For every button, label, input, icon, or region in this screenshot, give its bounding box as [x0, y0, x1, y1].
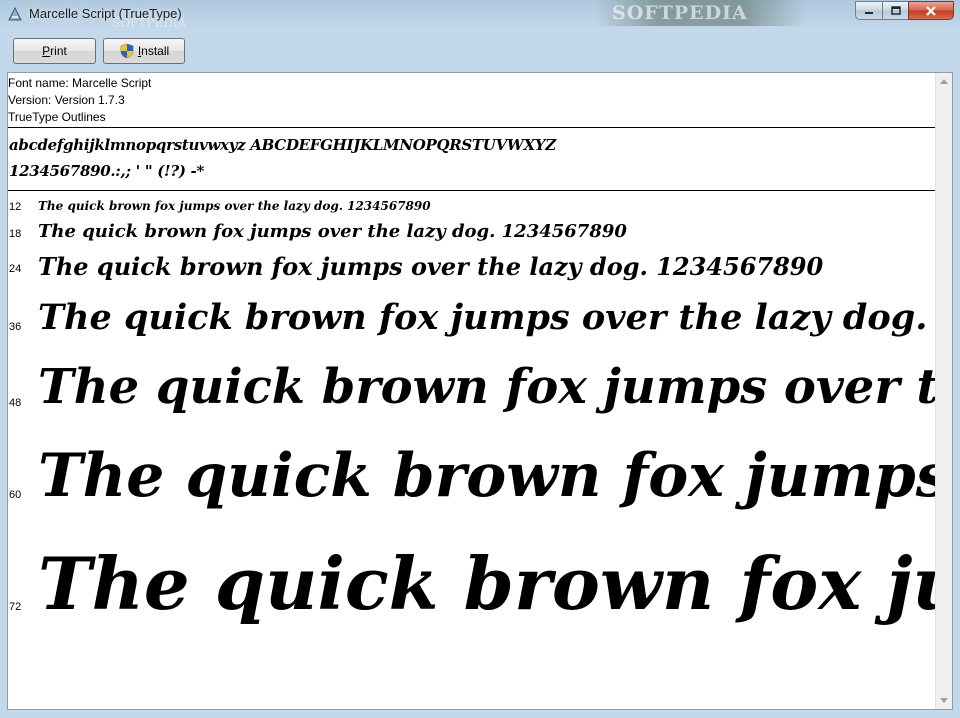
shield-icon: [120, 43, 134, 59]
title-bar[interactable]: SOFTPEDIA Marcelle Script (TrueType) SOF…: [0, 0, 960, 30]
font-preview-pane[interactable]: Font name: Marcelle Script Version: Vers…: [7, 72, 953, 710]
sample-size-label: 48: [9, 397, 22, 409]
install-button[interactable]: Install: [103, 38, 185, 64]
sample-size-label: 24: [9, 263, 22, 275]
chevron-down-icon: [940, 698, 948, 703]
toolbar: Print Install: [0, 30, 960, 72]
sample-text: The quick brown fox jumps over the lazy …: [38, 252, 824, 281]
sample-size-label: 72: [9, 601, 22, 613]
charset-line-2: 1234567890.:,; ' " (!?) -*: [9, 162, 205, 180]
sample-text: The quick brown fox jumps over the lazy …: [38, 441, 936, 511]
install-label: nstall: [141, 44, 170, 58]
sample-row-72: 72 The quick brown fox jumps over the la…: [8, 537, 936, 661]
sample-size-label: 60: [9, 489, 22, 501]
chevron-up-icon: [940, 79, 948, 84]
sample-row-18: 18 The quick brown fox jumps over the la…: [8, 219, 936, 247]
font-viewer-window: SOFTPEDIA Marcelle Script (TrueType) SOF…: [0, 0, 960, 718]
softpedia-watermark: SOFTPEDIA: [612, 2, 748, 24]
font-app-icon[interactable]: [7, 6, 23, 22]
sample-size-label: 36: [9, 321, 22, 333]
print-label: rint: [50, 44, 67, 58]
sample-size-label: 12: [9, 201, 22, 213]
font-version-line: Version: Version 1.7.3: [8, 93, 125, 107]
sample-row-12: 12 The quick brown fox jumps over the la…: [8, 196, 936, 216]
font-name-line: Font name: Marcelle Script: [8, 76, 152, 90]
window-controls: [855, 1, 954, 20]
maximize-icon: [890, 6, 901, 15]
minimize-icon: [865, 11, 873, 14]
title-ghost-watermark: SOFTPEDIA: [112, 16, 187, 30]
close-button[interactable]: [908, 1, 954, 20]
sample-text: The quick brown fox jumps over the lazy …: [38, 221, 627, 242]
maximize-button[interactable]: [882, 1, 908, 20]
charset-line-1: abcdefghijklmnopqrstuvwxyz ABCDEFGHIJKLM…: [9, 136, 556, 154]
font-outline-line: TrueType Outlines: [8, 110, 106, 124]
print-accelerator: P: [42, 44, 51, 58]
sample-text: The quick brown fox jumps over the lazy …: [38, 541, 936, 626]
scroll-up-button[interactable]: [936, 73, 952, 90]
sample-text: The quick brown fox jumps over the lazy …: [38, 359, 936, 415]
close-icon: [926, 5, 936, 16]
sample-row-36: 36 The quick brown fox jumps over the la…: [8, 291, 936, 351]
sample-row-60: 60 The quick brown fox jumps over the la…: [8, 439, 936, 533]
scroll-down-button[interactable]: [936, 692, 952, 709]
font-info: Font name: Marcelle Script Version: Vers…: [8, 75, 151, 126]
vertical-scrollbar[interactable]: [935, 73, 952, 709]
sample-text: The quick brown fox jumps over the lazy …: [38, 297, 936, 338]
sample-row-48: 48 The quick brown fox jumps over the la…: [8, 353, 936, 435]
sample-row-24: 24 The quick brown fox jumps over the la…: [8, 249, 936, 287]
divider-bottom: [8, 190, 936, 191]
sample-size-label: 18: [9, 228, 22, 240]
minimize-button[interactable]: [855, 1, 882, 20]
divider-top: [8, 127, 936, 128]
sample-text: The quick brown fox jumps over the lazy …: [38, 199, 431, 213]
print-button[interactable]: Print: [13, 38, 96, 64]
